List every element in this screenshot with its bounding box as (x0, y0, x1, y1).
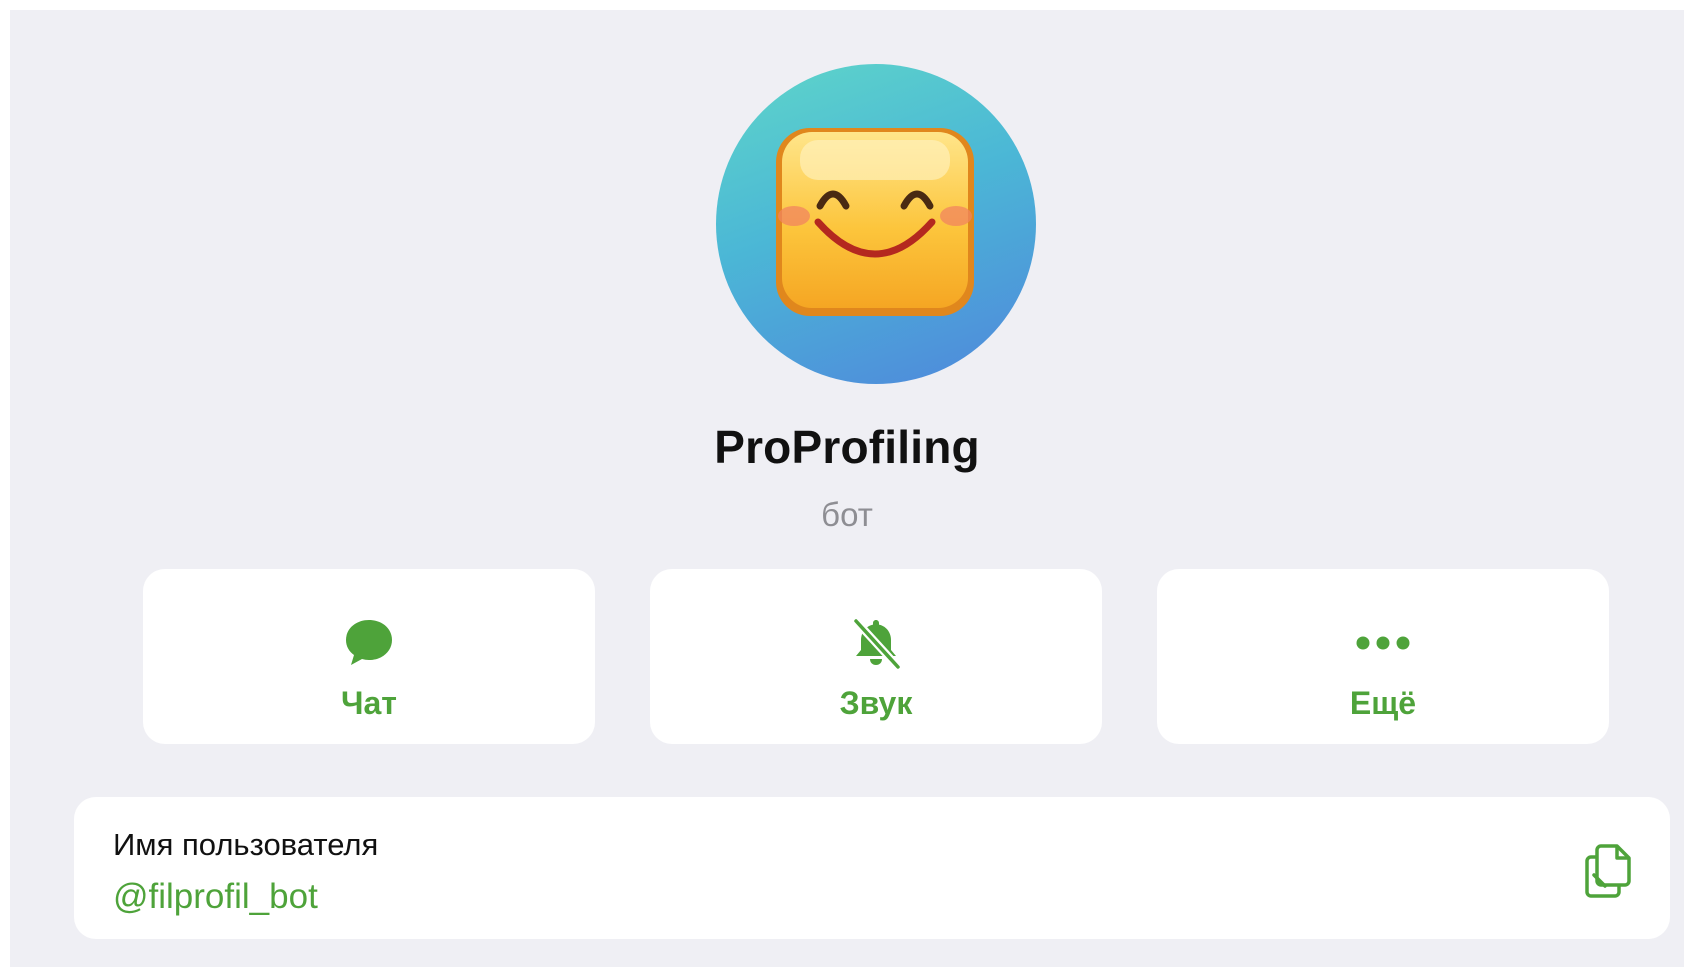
profile-name: ProProfiling (714, 421, 980, 473)
more-button-label: Ещё (1349, 685, 1417, 721)
chat-button-label: Чат (341, 685, 397, 721)
username-card[interactable]: Имя пользователя @filprofil_bot (74, 797, 1670, 939)
chat-button[interactable]: Чат (143, 569, 595, 744)
profile-page: ProProfiling бот Чат Звук Ещё Имя пользо… (10, 10, 1684, 967)
copy-button[interactable] (1577, 839, 1641, 903)
smiling-face-icon (776, 128, 974, 316)
chat-bubble-icon (143, 615, 595, 671)
sound-button-label: Звук (839, 685, 913, 721)
avatar (716, 64, 1036, 384)
sound-button[interactable]: Звук (650, 569, 1102, 744)
more-button[interactable]: Ещё (1157, 569, 1609, 744)
bell-muted-icon (650, 615, 1102, 671)
copy-icon (1585, 844, 1631, 898)
username-value[interactable]: @filprofil_bot (113, 877, 318, 917)
more-dots-icon (1157, 615, 1609, 671)
username-label: Имя пользователя (113, 827, 379, 862)
profile-subtitle: бот (821, 496, 873, 533)
